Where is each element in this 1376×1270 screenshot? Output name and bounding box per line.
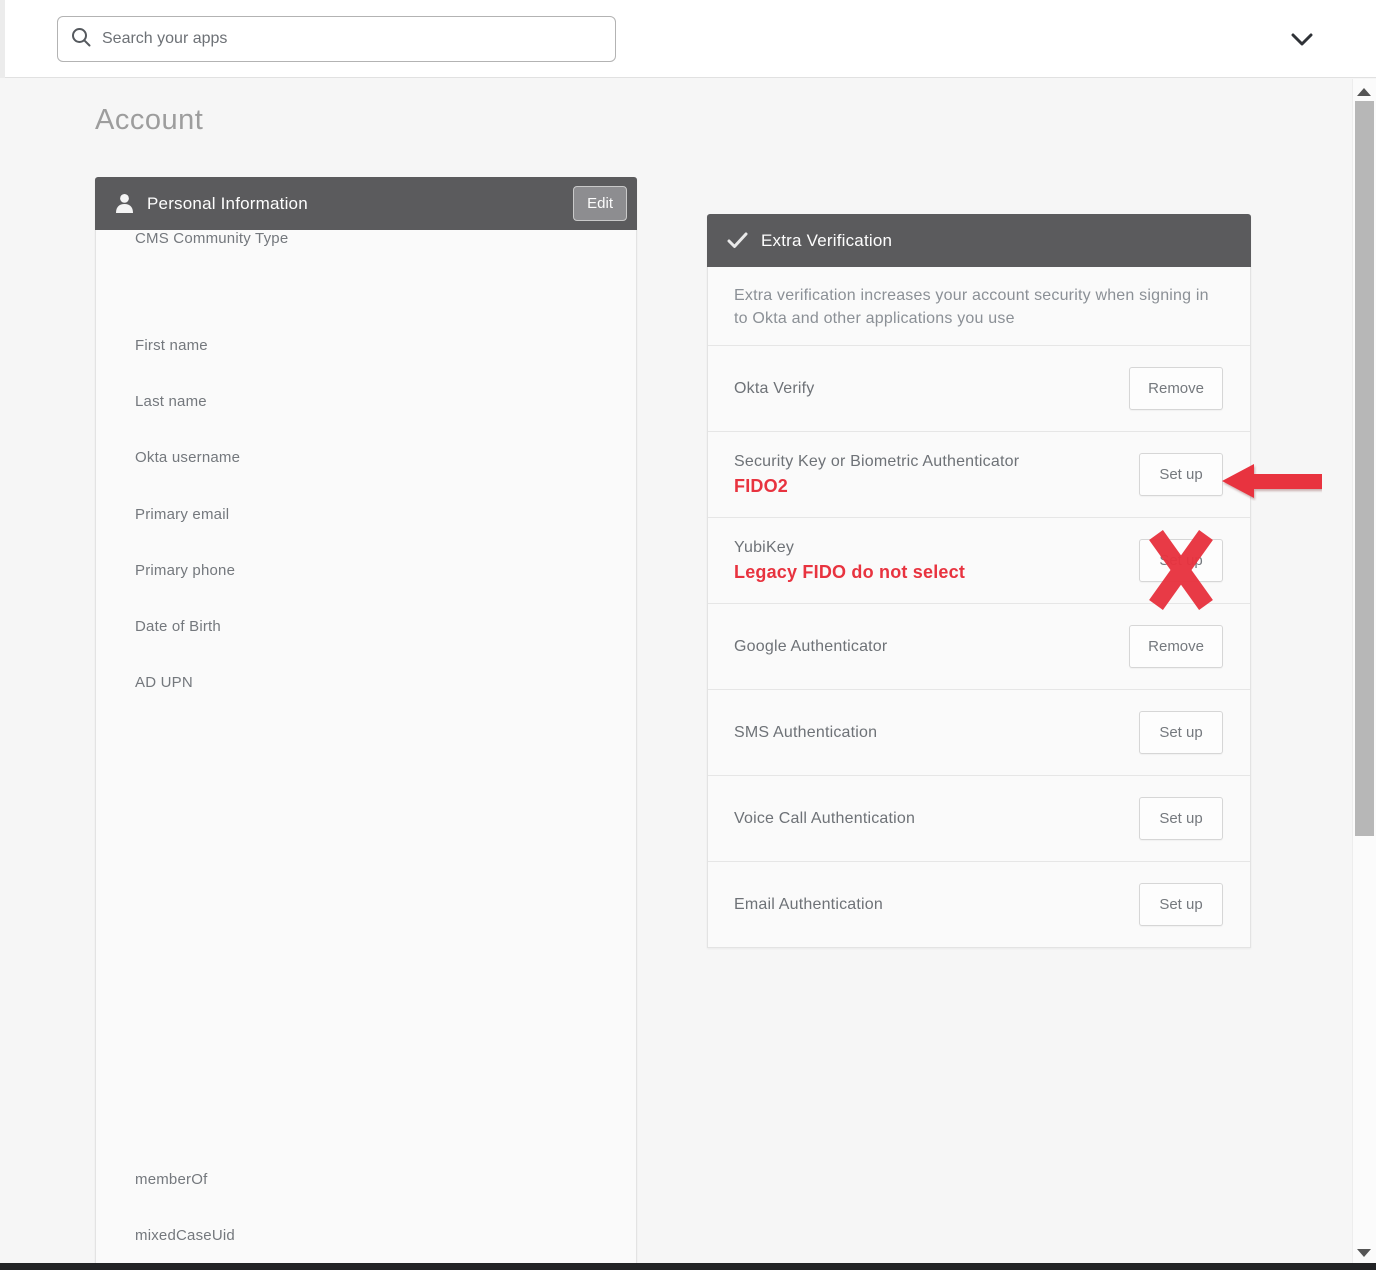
email-setup-button[interactable]: Set up — [1139, 883, 1223, 926]
yubikey-setup-button[interactable]: Set up — [1139, 539, 1223, 582]
fido2-annotation: FIDO2 — [734, 476, 1019, 497]
window-bottom-edge — [0, 1263, 1376, 1270]
field-label-date-of-birth: Date of Birth — [135, 618, 221, 635]
field-label-cms-community-type: CMS Community Type — [135, 230, 288, 247]
extra-verification-title: Extra Verification — [761, 231, 892, 251]
factor-row-voice-call-authentication: Voice Call Authentication Set up — [708, 775, 1250, 861]
field-label-mixedcaseuid: mixedCaseUid — [135, 1227, 235, 1244]
personal-information-header: Personal Information Edit — [95, 177, 637, 230]
google-authenticator-remove-button[interactable]: Remove — [1129, 625, 1223, 668]
factor-label: Google Authenticator — [734, 638, 887, 656]
app-search-box[interactable] — [57, 16, 616, 62]
field-label-ad-upn: AD UPN — [135, 674, 193, 691]
factor-row-okta-verify: Okta Verify Remove — [708, 345, 1250, 431]
search-input[interactable] — [102, 30, 603, 48]
factor-row-security-key: Security Key or Biometric Authenticator … — [708, 431, 1250, 517]
factor-row-sms-authentication: SMS Authentication Set up — [708, 689, 1250, 775]
okta-verify-remove-button[interactable]: Remove — [1129, 367, 1223, 410]
person-icon — [115, 193, 134, 214]
legacy-fido-annotation: Legacy FIDO do not select — [734, 562, 965, 583]
factor-row-google-authenticator: Google Authenticator Remove — [708, 603, 1250, 689]
field-label-okta-username: Okta username — [135, 449, 240, 466]
field-label-memberof: memberOf — [135, 1171, 207, 1188]
scroll-up-arrow-icon[interactable] — [1357, 88, 1371, 96]
field-label-primary-phone: Primary phone — [135, 562, 235, 579]
topbar-left-strip — [0, 0, 5, 78]
field-label-primary-email: Primary email — [135, 506, 229, 523]
scrollbar-thumb[interactable] — [1355, 101, 1374, 836]
page-title: Account — [95, 104, 203, 137]
checkmark-icon — [727, 232, 748, 249]
factor-label: Okta Verify — [734, 380, 814, 398]
factor-label: SMS Authentication — [734, 724, 877, 742]
extra-verification-description: Extra verification increases your accoun… — [708, 267, 1250, 345]
scroll-down-arrow-icon[interactable] — [1357, 1249, 1371, 1257]
sms-setup-button[interactable]: Set up — [1139, 711, 1223, 754]
search-icon — [70, 26, 92, 53]
factor-label: Email Authentication — [734, 896, 883, 914]
factor-row-yubikey: YubiKey Legacy FIDO do not select Set up — [708, 517, 1250, 603]
factor-label: YubiKey — [734, 539, 965, 557]
account-menu-chevron[interactable] — [1288, 28, 1316, 50]
extra-verification-panel: Extra Verification Extra verification in… — [707, 215, 1251, 948]
security-key-setup-button[interactable]: Set up — [1139, 453, 1223, 496]
vertical-scrollbar[interactable] — [1352, 79, 1376, 1264]
factor-label: Voice Call Authentication — [734, 810, 915, 828]
field-label-first-name: First name — [135, 337, 208, 354]
factor-row-email-authentication: Email Authentication Set up — [708, 861, 1250, 947]
voice-call-setup-button[interactable]: Set up — [1139, 797, 1223, 840]
edit-button[interactable]: Edit — [573, 186, 627, 221]
factor-label: Security Key or Biometric Authenticator — [734, 453, 1019, 471]
personal-information-title: Personal Information — [147, 194, 308, 214]
top-bar — [0, 0, 1376, 78]
field-label-last-name: Last name — [135, 393, 207, 410]
extra-verification-header: Extra Verification — [707, 214, 1251, 267]
personal-information-panel: Personal Information Edit First name Las… — [95, 178, 637, 1264]
